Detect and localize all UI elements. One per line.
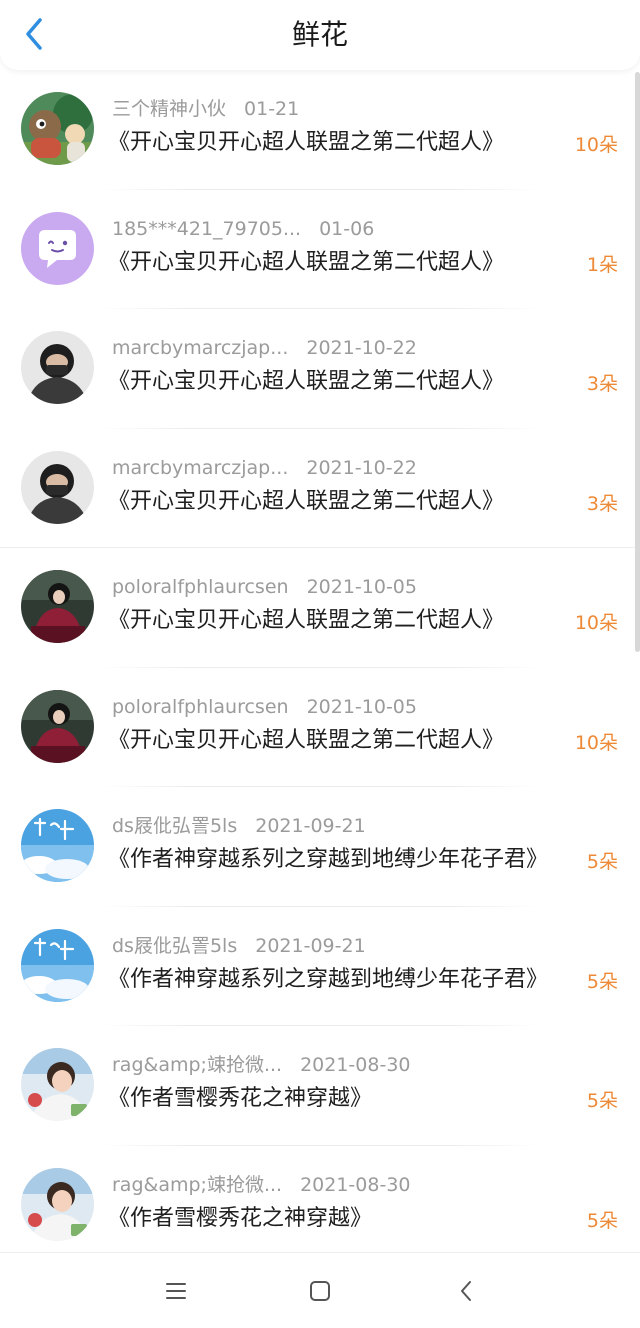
home-button[interactable] — [300, 1271, 340, 1311]
avatar[interactable] — [21, 570, 94, 643]
flower-count: 10朵 — [574, 612, 618, 634]
book-title: 《作者雪樱秀花之神穿越》 — [108, 1205, 373, 1231]
flower-count: 1朵 — [586, 253, 618, 276]
list-item[interactable]: poloralfphlaurcsen 2021-10-05 《开心宝贝开心超人联盟… — [0, 668, 640, 787]
item-date: 2021-09-21 — [255, 934, 366, 957]
page-title: 鲜花 — [291, 18, 348, 51]
avatar[interactable] — [21, 211, 94, 285]
avatar[interactable] — [21, 928, 94, 1002]
item-meta: 三个精神小伙 01-21 — [112, 97, 299, 121]
user-name: marcbymarczjap... — [112, 456, 289, 479]
book-title: 《开心宝贝开心超人联盟之第二代超人》 — [108, 130, 505, 155]
item-meta: poloralfphlaurcsen 2021-10-05 — [112, 695, 417, 719]
item-date: 2021-10-22 — [306, 337, 417, 359]
avatar[interactable] — [21, 331, 94, 404]
user-name: 185***421_79705... — [112, 217, 302, 240]
list-item[interactable]: marcbymarczjap... 2021-10-22 《开心宝贝开心超人联盟之… — [0, 429, 640, 548]
flower-count: 10朵 — [574, 134, 618, 156]
user-name: 三个精神小伙 — [112, 98, 227, 120]
masked-person-avatar-icon — [21, 331, 94, 404]
item-date: 2021-09-21 — [255, 815, 366, 837]
back-triangle-icon — [461, 1281, 471, 1301]
avatar[interactable] — [21, 450, 94, 524]
flower-record-list[interactable]: 三个精神小伙 01-21 《开心宝贝开心超人联盟之第二代超人》 10朵 185**… — [0, 70, 640, 1252]
avatar[interactable] — [21, 689, 94, 763]
item-meta: marcbymarczjap... 2021-10-22 — [112, 456, 417, 480]
flower-count: 3朵 — [586, 373, 618, 395]
item-meta: rag&amp;竦抢微... 2021-08-30 — [112, 1053, 411, 1077]
flower-count: 5朵 — [586, 1209, 618, 1232]
child-photo-avatar-icon — [21, 1167, 94, 1241]
recent-apps-button[interactable] — [156, 1271, 196, 1311]
menu-icon — [166, 1283, 186, 1299]
item-meta: poloralfphlaurcsen 2021-10-05 — [112, 575, 417, 599]
flower-count: 5朵 — [586, 851, 618, 873]
user-name: rag&amp;竦抢微... — [112, 1054, 283, 1076]
flower-count: 3朵 — [586, 492, 618, 515]
book-title: 《作者神穿越系列之穿越到地缚少年花子君》 — [108, 847, 549, 872]
item-meta: rag&amp;竦抢微... 2021-08-30 — [112, 1173, 411, 1197]
book-title: 《开心宝贝开心超人联盟之第二代超人》 — [108, 488, 505, 514]
woman-portrait-avatar-icon — [21, 570, 94, 643]
child-photo-avatar-icon — [21, 1048, 94, 1121]
book-title: 《开心宝贝开心超人联盟之第二代超人》 — [108, 608, 505, 633]
flower-count: 5朵 — [586, 1090, 618, 1112]
item-date: 2021-10-22 — [306, 456, 417, 479]
scrollbar[interactable] — [635, 72, 640, 652]
user-name: ds屐仳弘詈5ls — [112, 815, 238, 837]
chat-bubble-avatar-icon — [21, 211, 94, 285]
user-name: rag&amp;竦抢微... — [112, 1173, 283, 1196]
avatar[interactable] — [21, 1167, 94, 1241]
home-square-icon — [310, 1281, 330, 1301]
list-item[interactable]: poloralfphlaurcsen 2021-10-05 《开心宝贝开心超人联盟… — [0, 548, 640, 668]
list-item[interactable]: marcbymarczjap... 2021-10-22 《开心宝贝开心超人联盟之… — [0, 309, 640, 429]
list-item[interactable]: 三个精神小伙 01-21 《开心宝贝开心超人联盟之第二代超人》 10朵 — [0, 70, 640, 190]
book-title: 《作者神穿越系列之穿越到地缚少年花子君》 — [108, 966, 549, 992]
system-navigation-bar — [0, 1252, 640, 1328]
list-item[interactable]: ds屐仳弘詈5ls 2021-09-21 《作者神穿越系列之穿越到地缚少年花子君》… — [0, 907, 640, 1026]
cartoon-avatar-icon — [21, 92, 94, 165]
item-meta: 185***421_79705... 01-06 — [112, 217, 374, 241]
book-title: 《作者雪樱秀花之神穿越》 — [108, 1086, 373, 1111]
list-item[interactable]: rag&amp;竦抢微... 2021-08-30 《作者雪樱秀花之神穿越》 5朵 — [0, 1146, 640, 1253]
user-name: ds屐仳弘詈5ls — [112, 934, 238, 957]
item-date: 2021-08-30 — [300, 1054, 411, 1076]
user-name: marcbymarczjap... — [112, 337, 289, 359]
item-date: 2021-08-30 — [300, 1173, 411, 1196]
avatar[interactable] — [21, 92, 94, 165]
item-meta: ds屐仳弘詈5ls 2021-09-21 — [112, 934, 366, 958]
book-title: 《开心宝贝开心超人联盟之第二代超人》 — [108, 369, 505, 394]
user-name: poloralfphlaurcsen — [112, 576, 289, 598]
list-item[interactable]: rag&amp;竦抢微... 2021-08-30 《作者雪樱秀花之神穿越》 5朵 — [0, 1026, 640, 1146]
user-name: poloralfphlaurcsen — [112, 695, 289, 718]
avatar[interactable] — [21, 809, 94, 882]
woman-portrait-avatar-icon — [21, 689, 94, 763]
flower-count: 5朵 — [586, 970, 618, 993]
item-meta: marcbymarczjap... 2021-10-22 — [112, 336, 417, 360]
book-title: 《开心宝贝开心超人联盟之第二代超人》 — [108, 249, 505, 275]
system-back-button[interactable] — [446, 1271, 486, 1311]
book-title: 《开心宝贝开心超人联盟之第二代超人》 — [108, 727, 505, 753]
masked-person-avatar-icon — [21, 450, 94, 524]
list-item[interactable]: 185***421_79705... 01-06 《开心宝贝开心超人联盟之第二代超… — [0, 190, 640, 309]
flower-count: 10朵 — [574, 731, 618, 754]
item-date: 2021-10-05 — [306, 695, 417, 718]
sky-calligraphy-avatar-icon — [21, 928, 94, 1002]
avatar[interactable] — [21, 1048, 94, 1121]
item-date: 01-06 — [319, 217, 375, 240]
top-bar: 鲜花 — [0, 0, 640, 70]
list-item[interactable]: ds屐仳弘詈5ls 2021-09-21 《作者神穿越系列之穿越到地缚少年花子君》… — [0, 787, 640, 907]
item-date: 2021-10-05 — [306, 576, 417, 598]
flowers-page: 鲜花 三个精神小伙 01-21 《开心宝贝开心超人联盟之第二代超人》 10朵 1… — [0, 0, 640, 1328]
sky-calligraphy-avatar-icon — [21, 809, 94, 882]
item-meta: ds屐仳弘詈5ls 2021-09-21 — [112, 814, 366, 838]
item-date: 01-21 — [244, 98, 300, 120]
